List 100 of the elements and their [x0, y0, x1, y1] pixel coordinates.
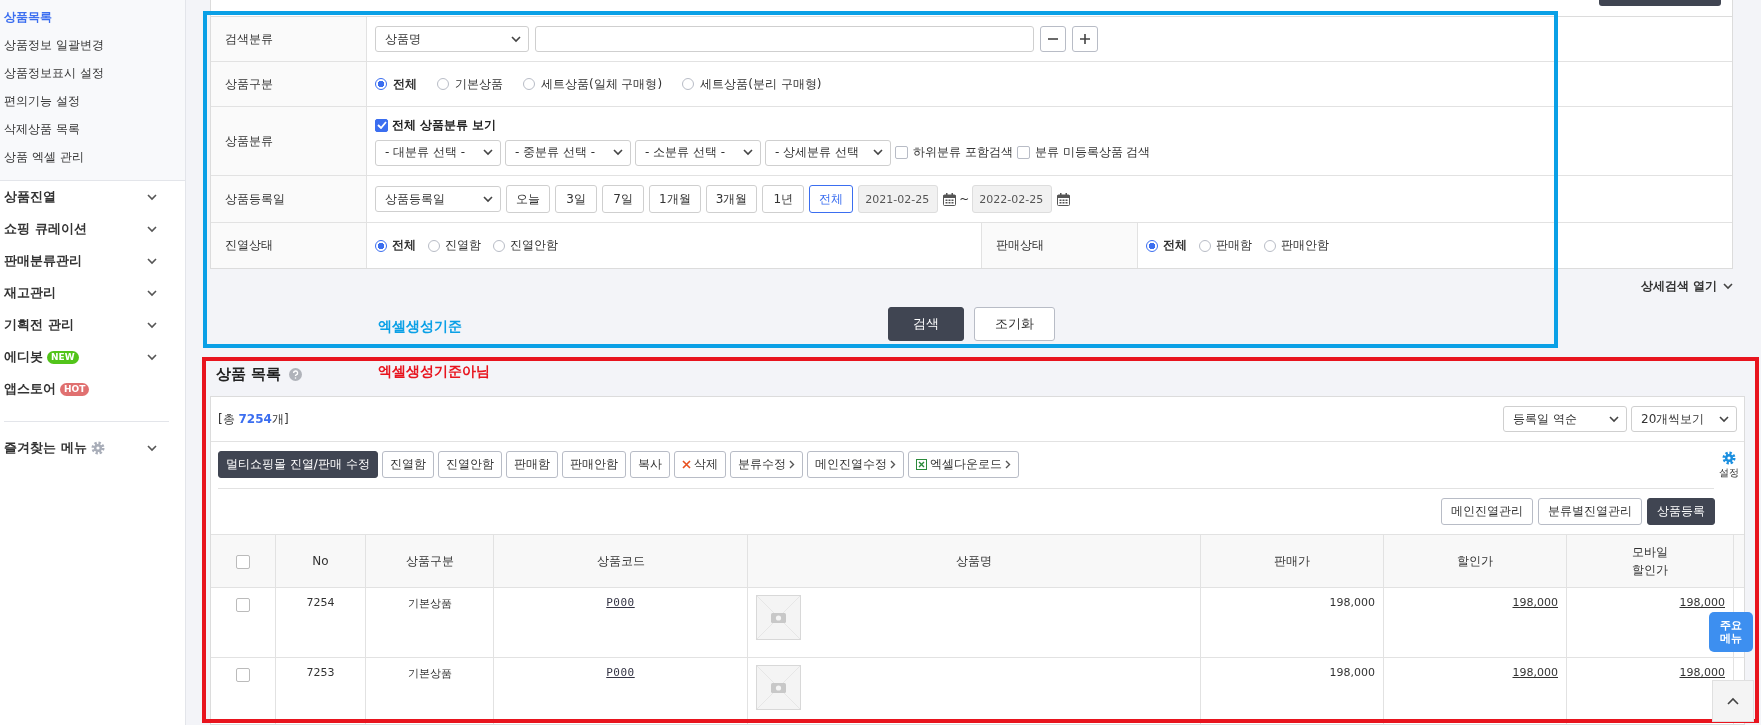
chevron-down-icon [613, 149, 623, 156]
period-button[interactable]: 3개월 [705, 185, 758, 213]
radio-button[interactable] [1264, 239, 1276, 252]
checkbox[interactable] [236, 668, 250, 682]
action-button[interactable]: 멀티쇼핑몰 진열/판매 수정 [218, 451, 378, 478]
annotation-label: 엑셀생성기준 [378, 318, 462, 336]
sidebar-item[interactable]: 상품정보 일괄변경 [0, 31, 185, 59]
chevron-down-icon[interactable] [147, 444, 157, 452]
sidebar-item[interactable]: 상품목록 [0, 3, 185, 31]
dropdown[interactable]: 상품등록일 [375, 186, 501, 212]
radio-label: 전체 [1163, 237, 1187, 254]
sidebar-item[interactable]: 삭제상품 목록 [0, 115, 185, 143]
gear-icon[interactable] [90, 441, 105, 455]
radio-button[interactable] [375, 78, 387, 90]
minus-button[interactable] [1040, 26, 1066, 52]
sidebar-menu-item[interactable]: 판매분류관리 [4, 252, 82, 270]
sidebar-menu-item[interactable]: 앱스토어 [4, 380, 56, 398]
table-cell: 7253 [306, 666, 335, 679]
dropdown[interactable]: - 소분류 선택 - [635, 139, 761, 166]
action-button[interactable]: 메인진열수정 [806, 451, 904, 478]
dropdown[interactable]: 상품명 [375, 26, 529, 52]
price-link[interactable]: 198,000 [1679, 666, 1725, 679]
chevron-up-icon [1727, 697, 1739, 705]
reset-button[interactable]: 조기화 [974, 307, 1055, 341]
product-code-link[interactable]: P000 [606, 596, 635, 609]
chevron-down-icon[interactable] [147, 321, 157, 329]
action-button[interactable]: 복사 [629, 451, 670, 478]
radio-label: 판매안함 [1281, 237, 1329, 254]
radio-label: 전체 [392, 237, 416, 254]
settings-icon[interactable] [1722, 450, 1736, 465]
price-link[interactable]: 198,000 [1679, 596, 1725, 609]
field-label: 검색분류 [211, 17, 367, 61]
radio-button[interactable] [682, 78, 695, 90]
chevron-down-icon[interactable] [147, 193, 157, 201]
chevron-down-icon[interactable] [147, 257, 157, 265]
period-button[interactable]: 1개월 [649, 185, 701, 213]
dropdown[interactable]: - 대분류 선택 - [375, 139, 501, 166]
period-button[interactable]: 오늘 [506, 185, 550, 213]
radio-button[interactable] [428, 239, 440, 252]
manage-button[interactable]: 메인진열관리 [1441, 497, 1533, 525]
period-button[interactable]: 3일 [555, 185, 597, 213]
calendar-icon[interactable] [943, 192, 957, 206]
action-button[interactable]: 진열함 [381, 451, 434, 478]
period-button[interactable]: 7일 [602, 185, 644, 213]
sidebar-menu-item[interactable]: 재고관리 [4, 284, 56, 302]
detail-search-toggle[interactable]: 상세검색 열기 [1640, 277, 1717, 295]
radio-button[interactable] [1146, 239, 1158, 252]
price-link[interactable]: 198,000 [1512, 596, 1558, 609]
favorites-menu[interactable]: 즐겨찾는 메뉴 [4, 439, 87, 457]
checkbox[interactable] [1016, 146, 1030, 159]
chevron-right-icon [1004, 460, 1011, 469]
sidebar-menu-item[interactable]: 상품진열 [4, 188, 56, 206]
product-code-link[interactable]: P000 [606, 666, 635, 679]
radio-button[interactable] [523, 78, 535, 90]
calendar-icon[interactable] [1057, 192, 1071, 206]
manage-button[interactable]: 분류별진열관리 [1538, 497, 1642, 525]
column-header: 판매가 [1274, 552, 1310, 570]
settings-label[interactable]: 설정 [1719, 465, 1739, 480]
action-button[interactable]: 분류수정 [729, 451, 803, 478]
chevron-down-icon[interactable] [147, 225, 157, 233]
chevron-down-icon[interactable] [147, 289, 157, 297]
checkbox[interactable] [375, 118, 388, 132]
chevron-down-icon[interactable] [1723, 282, 1733, 290]
sidebar-item[interactable]: 상품 엑셀 관리 [0, 143, 185, 171]
field-label: 진열상태 [211, 223, 367, 268]
dropdown[interactable]: - 중분류 선택 - [505, 139, 631, 166]
action-button[interactable]: 삭제 [673, 451, 726, 478]
dropdown[interactable]: 20개씩보기 [1631, 406, 1737, 432]
sidebar-menu-item[interactable]: 쇼핑 큐레이션 [4, 220, 87, 238]
date-field[interactable]: 2022-02-25 [972, 185, 1053, 213]
date-field[interactable]: 2021-02-25 [858, 185, 939, 213]
radio-button[interactable] [437, 78, 449, 90]
manage-button[interactable]: 상품등록 [1647, 497, 1715, 525]
menu-badge: NEW [47, 350, 79, 364]
sidebar-item[interactable]: 편의기능 설정 [0, 87, 185, 115]
search-button[interactable]: 검색 [888, 307, 964, 341]
dropdown[interactable]: - 상세분류 선택 [765, 139, 891, 166]
checkbox[interactable] [236, 598, 250, 612]
plus-button[interactable] [1072, 26, 1098, 52]
dropdown[interactable]: 등록일 역순 [1503, 406, 1627, 432]
action-button[interactable]: 진열안함 [437, 451, 502, 478]
radio-button[interactable] [1199, 239, 1211, 252]
radio-button[interactable] [375, 239, 387, 252]
help-icon[interactable] [289, 368, 303, 381]
annotation-label: 엑셀생성기준아님 [378, 363, 490, 381]
action-button[interactable]: 판매함 [505, 451, 558, 478]
period-button[interactable]: 1년 [762, 185, 805, 213]
period-button[interactable]: 전체 [809, 185, 854, 213]
checkbox[interactable] [895, 146, 908, 159]
column-header: 할인가 [1457, 552, 1493, 570]
price-link[interactable]: 198,000 [1512, 666, 1558, 679]
sidebar-menu-item[interactable]: 에디봇 [4, 348, 43, 366]
sidebar-item[interactable]: 상품정보표시 설정 [0, 59, 185, 87]
radio-button[interactable] [493, 239, 505, 252]
action-button[interactable]: 엑셀다운로드 [907, 451, 1019, 478]
action-button[interactable]: 판매안함 [561, 451, 626, 478]
checkbox[interactable] [236, 555, 250, 569]
search-field[interactable] [535, 26, 1034, 52]
sidebar-menu-item[interactable]: 기획전 관리 [4, 316, 74, 334]
chevron-down-icon[interactable] [147, 353, 157, 361]
